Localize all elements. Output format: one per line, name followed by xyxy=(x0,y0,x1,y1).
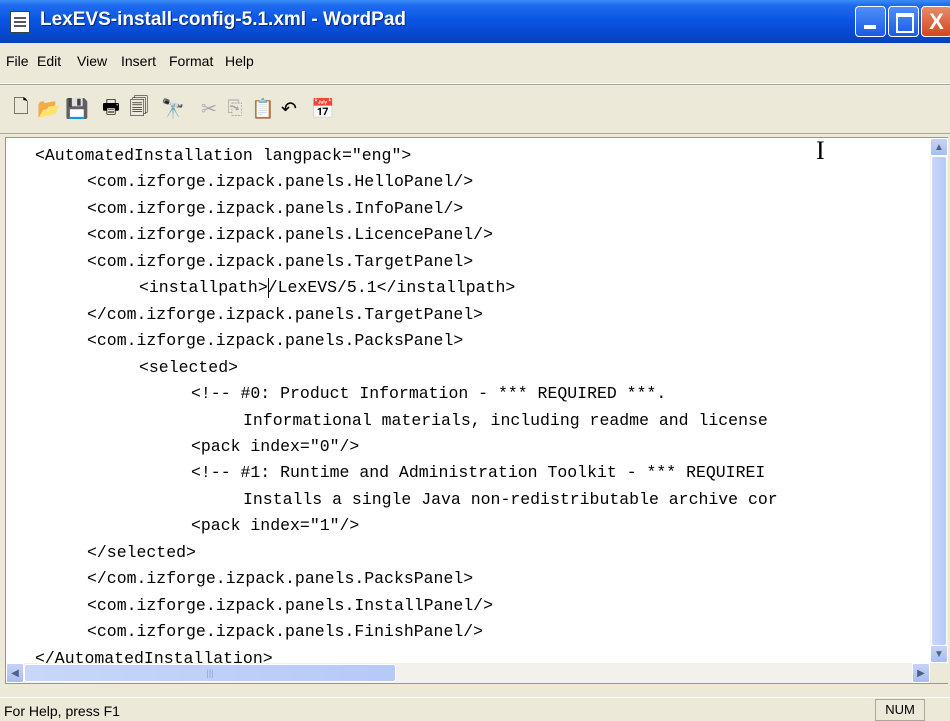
scroll-down-button[interactable]: ▼ xyxy=(930,645,948,663)
document-line: Installs a single Java non-redistributab… xyxy=(243,489,778,509)
cut-icon[interactable]: ✂ xyxy=(196,96,222,122)
ibeam-cursor-icon: I xyxy=(816,136,825,165)
menu-format[interactable]: Format xyxy=(169,53,213,69)
menu-help[interactable]: Help xyxy=(225,53,254,69)
copy-icon[interactable]: ⎘ xyxy=(222,96,248,122)
undo-icon[interactable]: ↶ xyxy=(276,96,302,122)
menu-file[interactable]: File xyxy=(6,53,29,69)
document-line: </AutomatedInstallation> xyxy=(35,648,273,663)
print-preview-icon[interactable]: 🗐 xyxy=(126,96,152,122)
document-line: <AutomatedInstallation langpack="eng"> xyxy=(35,146,412,165)
title-bar[interactable]: LexEVS-install-config-5.1.xml - WordPad … xyxy=(0,0,950,43)
close-icon: X xyxy=(929,9,944,34)
document-line: <installpath>/LexEVS/5.1</installpath> xyxy=(139,278,516,298)
document-line: </com.izforge.izpack.panels.PacksPanel> xyxy=(87,569,474,589)
chevron-left-icon: ◀ xyxy=(11,667,19,679)
menu-insert[interactable]: Insert xyxy=(121,53,156,69)
document-line: <com.izforge.izpack.panels.LicencePanel/… xyxy=(87,225,493,245)
document-editor-frame: <AutomatedInstallation langpack="eng"> <c… xyxy=(5,137,948,684)
document-line: <!-- #0: Product Information - *** REQUI… xyxy=(191,384,667,404)
print-icon[interactable]: 🖶 xyxy=(98,96,124,122)
document-line: Informational materials, including readm… xyxy=(243,410,768,430)
vertical-scroll-thumb[interactable] xyxy=(931,156,947,646)
open-folder-icon[interactable]: 📂 xyxy=(36,96,62,122)
horizontal-scrollbar[interactable]: ◀ ||| ▶ xyxy=(6,663,930,683)
vertical-scrollbar[interactable]: ▲ ▼ xyxy=(930,138,948,663)
document-line: <com.izforge.izpack.panels.HelloPanel/> xyxy=(87,172,474,192)
paste-icon[interactable]: 📋 xyxy=(250,96,276,122)
save-icon[interactable]: 💾 xyxy=(64,96,90,122)
chevron-right-icon: ▶ xyxy=(917,667,925,679)
scrollbar-corner xyxy=(930,663,948,683)
close-button[interactable]: X xyxy=(921,6,950,37)
document-line: <selected> xyxy=(139,357,239,377)
status-bar: For Help, press F1 NUM xyxy=(0,697,950,721)
menu-view[interactable]: View xyxy=(77,53,107,69)
toolbar: 🗋 📂 💾 🖶 🗐 🔭 ✂ ⎘ 📋 ↶ 📅 xyxy=(0,84,950,134)
minimize-button[interactable] xyxy=(855,6,886,37)
wordpad-window: LexEVS-install-config-5.1.xml - WordPad … xyxy=(0,0,950,721)
insert-datetime-icon[interactable]: 📅 xyxy=(310,96,336,122)
document-line: </com.izforge.izpack.panels.TargetPanel> xyxy=(87,304,484,324)
maximize-icon xyxy=(896,13,914,33)
document-line: <com.izforge.izpack.panels.PacksPanel> xyxy=(87,331,464,351)
wordpad-document-icon[interactable] xyxy=(10,11,30,33)
document-line: <!-- #1: Runtime and Administration Tool… xyxy=(191,463,766,483)
window-title: LexEVS-install-config-5.1.xml - WordPad xyxy=(40,9,406,30)
new-document-icon[interactable]: 🗋 xyxy=(8,96,34,122)
chevron-down-icon: ▼ xyxy=(934,648,944,660)
scroll-left-button[interactable]: ◀ xyxy=(6,663,24,683)
scroll-up-button[interactable]: ▲ xyxy=(930,138,948,156)
maximize-button[interactable] xyxy=(888,6,919,37)
menu-edit[interactable]: Edit xyxy=(37,53,61,69)
document-line: <com.izforge.izpack.panels.TargetPanel> xyxy=(87,251,474,271)
document-line: <com.izforge.izpack.panels.FinishPanel/> xyxy=(87,622,484,642)
find-icon[interactable]: 🔭 xyxy=(160,96,186,122)
document-line: </selected> xyxy=(87,542,196,562)
scroll-grip-icon: ||| xyxy=(206,668,214,678)
text-caret xyxy=(267,278,269,299)
document-text-area[interactable]: <AutomatedInstallation langpack="eng"> <c… xyxy=(6,138,930,663)
chevron-up-icon: ▲ xyxy=(934,141,944,153)
document-line: <com.izforge.izpack.panels.InstallPanel/… xyxy=(87,595,493,615)
scroll-right-button[interactable]: ▶ xyxy=(912,663,930,683)
document-line: <com.izforge.izpack.panels.InfoPanel/> xyxy=(87,198,464,218)
minimize-icon xyxy=(864,25,876,29)
menu-bar: File Edit View Insert Format Help xyxy=(0,43,950,84)
num-lock-indicator: NUM xyxy=(875,699,925,721)
status-help-text: For Help, press F1 xyxy=(4,703,120,719)
document-line: <pack index="0"/> xyxy=(191,436,360,456)
document-line: <pack index="1"/> xyxy=(191,516,360,536)
horizontal-scroll-thumb[interactable]: ||| xyxy=(24,664,396,682)
